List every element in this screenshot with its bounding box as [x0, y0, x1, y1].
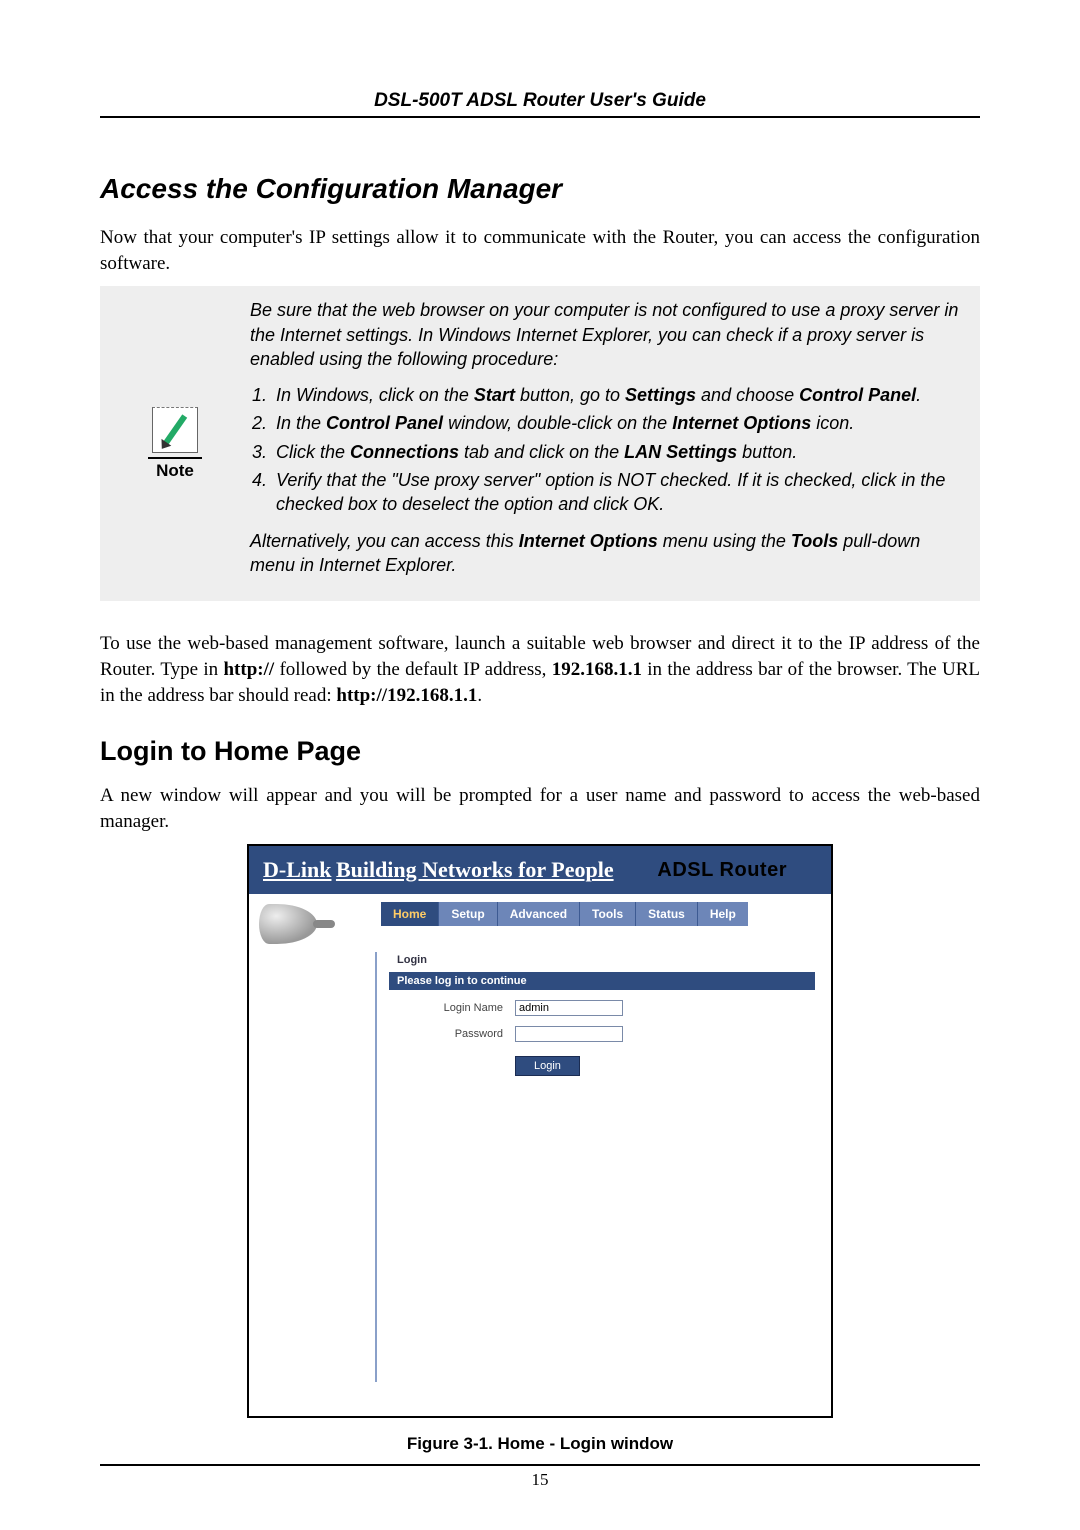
note-step-3: Click the Connections tab and click on t… — [272, 440, 966, 464]
tab-advanced[interactable]: Advanced — [498, 902, 580, 926]
page-number: 15 — [100, 1470, 980, 1490]
password-label: Password — [419, 1028, 503, 1040]
note-step-4: Verify that the "Use proxy server" optio… — [272, 468, 966, 517]
screenshot-main: Home Setup Advanced Tools Status Help Lo… — [379, 894, 831, 1416]
login-button[interactable]: Login — [515, 1056, 580, 1076]
tab-status[interactable]: Status — [636, 902, 698, 926]
section-title: Access the Configuration Manager — [100, 173, 980, 205]
login-name-label: Login Name — [419, 1002, 503, 1014]
header-title: DSL-500T ADSL Router User's Guide — [100, 90, 980, 116]
subsection-body: A new window will appear and you will be… — [100, 783, 980, 834]
login-screenshot: D-Link Building Networks for People ADSL… — [247, 844, 833, 1454]
tab-help[interactable]: Help — [698, 902, 748, 926]
tab-setup[interactable]: Setup — [439, 902, 497, 926]
page-header: DSL-500T ADSL Router User's Guide — [100, 90, 980, 118]
note-step-1: In Windows, click on the Start button, g… — [272, 383, 966, 407]
footer-rule — [100, 1464, 980, 1466]
login-name-input[interactable] — [515, 1000, 623, 1016]
brand-logo: D-Link Building Networks for People — [263, 859, 614, 882]
subsection-title: Login to Home Page — [100, 736, 980, 767]
note-steps: In Windows, click on the Start button, g… — [250, 383, 966, 516]
login-section-label: Login — [397, 954, 831, 966]
screenshot-header: D-Link Building Networks for People ADSL… — [249, 846, 831, 894]
tab-bar: Home Setup Advanced Tools Status Help — [381, 902, 823, 926]
figure-caption: Figure 3-1. Home - Login window — [247, 1434, 833, 1454]
password-input[interactable] — [515, 1026, 623, 1042]
usage-paragraph: To use the web-based management software… — [100, 631, 980, 708]
note-preamble: Be sure that the web browser on your com… — [250, 298, 966, 371]
router-title: ADSL Router — [657, 859, 817, 882]
note-alt: Alternatively, you can access this Inter… — [250, 529, 966, 578]
tab-home[interactable]: Home — [381, 902, 439, 926]
screenshot-sidebar — [249, 894, 379, 1416]
note-step-2: In the Control Panel window, double-clic… — [272, 411, 966, 435]
pencil-icon — [163, 414, 187, 445]
password-row: Password — [419, 1026, 831, 1042]
login-instruction-bar: Please log in to continue — [389, 972, 815, 990]
login-name-row: Login Name — [419, 1000, 831, 1016]
note-block: Note Be sure that the web browser on you… — [100, 286, 980, 601]
intro-paragraph: Now that your computer's IP settings all… — [100, 225, 980, 276]
note-label: Note — [156, 461, 194, 481]
note-icon-column: Note — [100, 286, 250, 601]
plug-icon — [259, 904, 317, 944]
tab-tools[interactable]: Tools — [580, 902, 636, 926]
note-icon — [152, 407, 198, 453]
note-text-column: Be sure that the web browser on your com… — [250, 286, 980, 601]
